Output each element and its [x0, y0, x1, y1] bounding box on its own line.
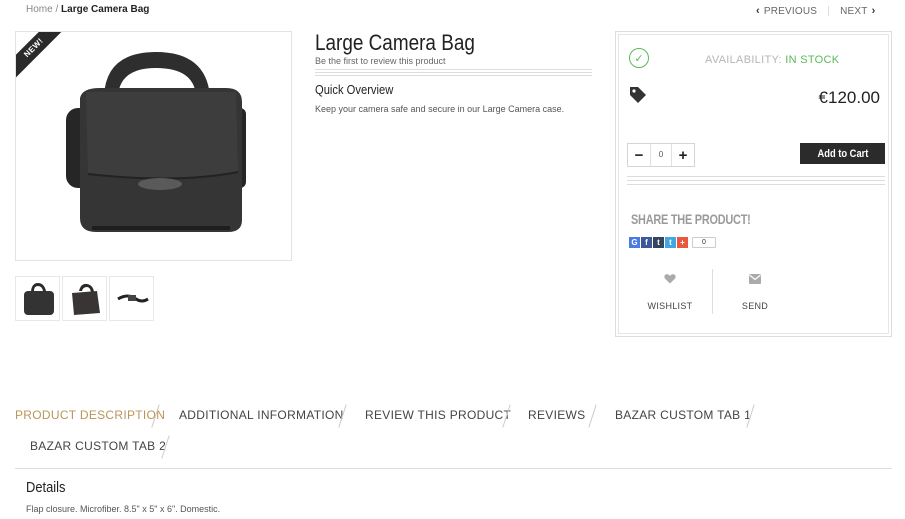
next-link[interactable]: NEXT ›: [840, 5, 876, 18]
breadcrumb-current: Large Camera Bag: [61, 4, 150, 15]
purchase-panel: ✓ AVAILABILITY: IN STOCK €120.00 − 0 + A…: [615, 31, 892, 337]
quantity-stepper: − 0 +: [627, 143, 695, 167]
thumbnail-3[interactable]: [109, 276, 154, 321]
send-label: SEND: [741, 301, 769, 311]
thumbnail-strap-image: [117, 294, 149, 303]
breadcrumb-home-link[interactable]: Home: [26, 4, 53, 15]
tabs-underline: [15, 468, 892, 469]
details-text: Flap closure. Microfiber. 8.5" x 5" x 6"…: [26, 504, 221, 514]
thumbnail-1[interactable]: [15, 276, 60, 321]
chevron-right-icon: ›: [871, 5, 876, 17]
tab-label: REVIEWS: [528, 408, 586, 422]
camera-bag-image: [66, 52, 246, 232]
price: €120.00: [818, 88, 880, 107]
check-icon: ✓: [629, 48, 649, 68]
decrease-quantity-button[interactable]: −: [628, 144, 650, 166]
previous-link[interactable]: ‹ PREVIOUS: [756, 5, 818, 18]
breadcrumb: Home / Large Camera Bag: [26, 4, 149, 15]
tab-additional-information[interactable]: ADDITIONAL INFORMATION: [179, 408, 344, 422]
review-link[interactable]: Be the first to review this product: [315, 56, 446, 66]
price-tag-icon: [630, 87, 646, 103]
quick-overview-text: Keep your camera safe and secure in our …: [315, 104, 565, 114]
tab-label: ADDITIONAL INFORMATION: [179, 408, 344, 422]
product-title: Large Camera Bag: [315, 30, 475, 55]
wishlist-label: WISHLIST: [647, 301, 693, 311]
pager-divider: [828, 6, 830, 17]
availability-value: IN STOCK: [785, 54, 840, 66]
google-icon[interactable]: G: [629, 237, 640, 248]
plus-icon[interactable]: +: [677, 237, 688, 248]
tab-reviews[interactable]: REVIEWS: [528, 408, 585, 422]
twitter-icon[interactable]: t: [665, 237, 676, 248]
envelope-icon: [749, 274, 761, 284]
previous-label: PREVIOUS: [763, 6, 818, 17]
thumbnail-bag-side-image: [72, 283, 100, 315]
tab-label: REVIEW THIS PRODUCT: [365, 408, 512, 422]
tab-separator: [588, 404, 597, 428]
availability: AVAILABILITY: IN STOCK: [705, 54, 839, 66]
tab-label: BAZAR CUSTOM TAB 1: [615, 408, 752, 422]
increase-quantity-button[interactable]: +: [672, 144, 694, 166]
thumbnail-2[interactable]: [62, 276, 107, 321]
breadcrumb-separator: /: [52, 4, 62, 15]
tab-label: BAZAR CUSTOM TAB 2: [30, 439, 167, 453]
tab-bazar-custom-tab-1[interactable]: BAZAR CUSTOM TAB 1: [615, 408, 751, 422]
thumbnail-bag-front-image: [24, 283, 54, 315]
tab-label: PRODUCT DESCRIPTION: [15, 408, 166, 422]
tab-review-this-product[interactable]: REVIEW THIS PRODUCT: [365, 408, 511, 422]
product-pager: ‹ PREVIOUS NEXT ›: [756, 5, 876, 18]
tab-bazar-custom-tab-2[interactable]: BAZAR CUSTOM TAB 2: [30, 439, 166, 453]
facebook-icon[interactable]: f: [641, 237, 652, 248]
tumblr-icon[interactable]: t: [653, 237, 664, 248]
title-divider: [315, 69, 592, 78]
main-product-image[interactable]: NEW!: [15, 31, 292, 261]
heart-icon: [664, 274, 676, 284]
quick-overview-title: Quick Overview: [315, 82, 394, 97]
share-icons: Gf t t +0: [629, 237, 716, 248]
chevron-left-icon: ‹: [756, 5, 760, 17]
panel-divider: [627, 176, 885, 188]
wishlist-button[interactable]: WISHLIST: [629, 271, 711, 311]
availability-label: AVAILABILITY:: [705, 54, 782, 66]
details-title: Details: [26, 479, 66, 496]
tab-product-description[interactable]: PRODUCT DESCRIPTION: [15, 408, 165, 422]
share-title: SHARE THE PRODUCT!: [631, 211, 751, 227]
add-to-cart-button[interactable]: Add to Cart: [800, 143, 885, 164]
action-divider: [712, 269, 713, 314]
send-button[interactable]: SEND: [714, 271, 796, 311]
next-label: NEXT: [840, 6, 868, 17]
share-count: 0: [692, 237, 716, 248]
add-to-cart-label: Add to Cart: [817, 147, 868, 160]
quantity-input[interactable]: 0: [650, 144, 672, 166]
